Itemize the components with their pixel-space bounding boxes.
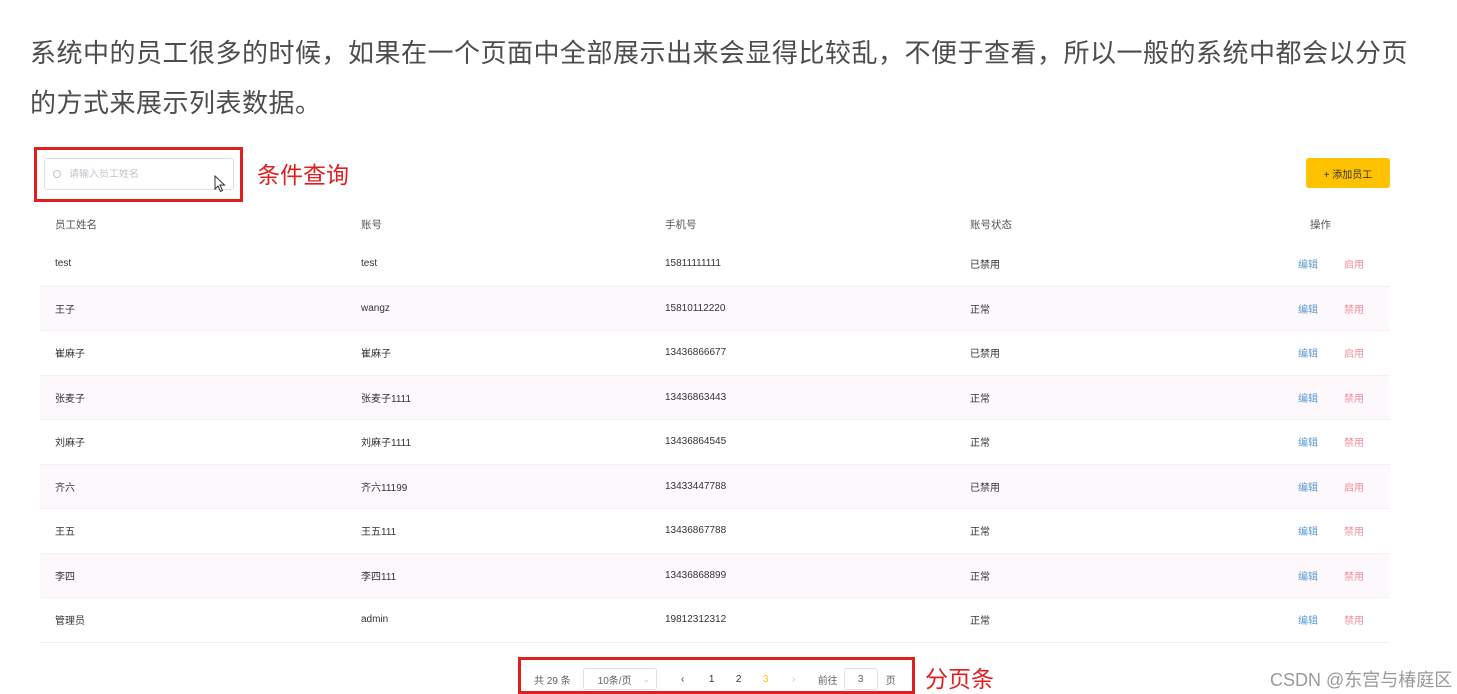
cell-phone: 13436866677	[665, 347, 727, 359]
table-row: 齐六 齐六11199 13433447788 已禁用 编辑 启用	[40, 464, 1390, 509]
next-page-button[interactable]: ›	[788, 674, 800, 685]
table-row: test test 15811111111 已禁用 编辑 启用	[40, 242, 1390, 287]
watermark: CSDN @东宫与椿庭区	[1270, 670, 1453, 690]
cell-account: 刘麻子1111	[361, 438, 412, 450]
cell-name: 张麦子	[55, 393, 85, 405]
header-ops: 操作	[1310, 218, 1331, 231]
employee-table: 员工姓名 账号 手机号 账号状态 操作 test test 1581111111…	[40, 206, 1390, 643]
search-highlight-box	[34, 147, 243, 202]
table-row: 刘麻子 刘麻子1111 13436864545 正常 编辑 禁用	[40, 420, 1390, 465]
cell-ops: 编辑 启用	[1298, 242, 1378, 286]
cell-ops: 编辑 禁用	[1298, 598, 1378, 642]
cell-ops: 编辑 禁用	[1298, 554, 1378, 598]
table-row: 王子 wangz 15810112220 正常 编辑 禁用	[40, 286, 1390, 331]
cell-ops: 编辑 禁用	[1298, 376, 1378, 420]
cell-name: 崔麻子	[55, 349, 85, 361]
edit-link[interactable]: 编辑	[1298, 479, 1318, 494]
goto-suffix: 页	[885, 675, 896, 687]
cell-name: 齐六	[55, 482, 75, 494]
table-row: 张麦子 张麦子1111 13436863443 正常 编辑 禁用	[40, 375, 1390, 420]
cell-status: 已禁用	[970, 260, 1000, 272]
cell-name: 刘麻子	[55, 438, 85, 450]
prev-page-button[interactable]: ‹	[677, 674, 689, 685]
cell-account: admin	[361, 614, 389, 626]
cell-status: 已禁用	[970, 482, 1000, 494]
cell-name: test	[55, 258, 72, 270]
chevron-down-icon: ⌄	[642, 674, 650, 684]
cell-phone: 13436867788	[665, 525, 727, 537]
cell-phone: 13436863443	[665, 391, 727, 403]
header-status: 账号状态	[970, 218, 1012, 231]
cell-phone: 15811111111	[665, 258, 721, 270]
edit-link[interactable]: 编辑	[1298, 434, 1318, 449]
page-number-2[interactable]: 2	[734, 674, 744, 685]
toggle-status-link[interactable]: 禁用	[1344, 612, 1364, 627]
header-phone: 手机号	[665, 218, 697, 231]
cell-status: 正常	[970, 438, 990, 450]
cell-account: wangz	[361, 302, 390, 314]
toggle-status-link[interactable]: 启用	[1344, 345, 1364, 360]
page-number-1[interactable]: 1	[707, 674, 717, 685]
toggle-status-link[interactable]: 启用	[1344, 256, 1364, 271]
cell-status: 正常	[970, 304, 990, 316]
page-size-value: 10条/页	[597, 675, 632, 687]
cell-ops: 编辑 启用	[1298, 331, 1378, 375]
pager-annotation: 分页条	[925, 666, 994, 692]
cell-status: 正常	[970, 571, 990, 583]
goto-page-input[interactable]	[843, 668, 878, 690]
cell-account: 齐六11199	[361, 482, 408, 494]
edit-link[interactable]: 编辑	[1298, 345, 1318, 360]
add-employee-button[interactable]: + 添加员工	[1306, 158, 1390, 188]
edit-link[interactable]: 编辑	[1298, 301, 1318, 316]
cell-phone: 13436868899	[665, 569, 727, 581]
edit-link[interactable]: 编辑	[1298, 390, 1318, 405]
toggle-status-link[interactable]: 禁用	[1344, 301, 1364, 316]
cell-account: 王五111	[361, 527, 397, 539]
edit-link[interactable]: 编辑	[1298, 612, 1318, 627]
header-account: 账号	[361, 218, 382, 231]
cell-name: 管理员	[55, 616, 85, 628]
toggle-status-link[interactable]: 禁用	[1344, 523, 1364, 538]
edit-link[interactable]: 编辑	[1298, 568, 1318, 583]
cell-phone: 13436864545	[665, 436, 727, 448]
cell-account: 张麦子1111	[361, 393, 412, 405]
header-name: 员工姓名	[55, 218, 97, 231]
cell-status: 正常	[970, 527, 990, 539]
cell-ops: 编辑 禁用	[1298, 287, 1378, 331]
search-annotation: 条件查询	[257, 162, 349, 188]
pagination-total: 共 29 条	[534, 675, 571, 687]
toggle-status-link[interactable]: 禁用	[1344, 390, 1364, 405]
cell-phone: 19812312312	[665, 614, 727, 626]
cell-ops: 编辑 禁用	[1298, 509, 1378, 553]
cell-account: 崔麻子	[361, 349, 391, 361]
cell-account: test	[361, 258, 378, 270]
table-row: 王五 王五111 13436867788 正常 编辑 禁用	[40, 509, 1390, 554]
page-size-select[interactable]: 10条/页 ⌄	[582, 668, 657, 690]
goto-label: 前往	[817, 675, 838, 687]
pagination: 共 29 条 10条/页 ⌄ ‹ 1 2 3 › 前往 页	[534, 668, 896, 690]
cell-ops: 编辑 禁用	[1298, 420, 1378, 464]
toggle-status-link[interactable]: 启用	[1344, 479, 1364, 494]
table-row: 管理员 admin 19812312312 正常 编辑 禁用	[40, 598, 1390, 643]
cell-ops: 编辑 启用	[1298, 465, 1378, 509]
table-row: 崔麻子 崔麻子 13436866677 已禁用 编辑 启用	[40, 331, 1390, 376]
edit-link[interactable]: 编辑	[1298, 523, 1318, 538]
toggle-status-link[interactable]: 禁用	[1344, 434, 1364, 449]
cell-phone: 13433447788	[665, 480, 727, 492]
edit-link[interactable]: 编辑	[1298, 256, 1318, 271]
table-header: 员工姓名 账号 手机号 账号状态 操作	[40, 206, 1390, 242]
cell-name: 李四	[55, 571, 75, 583]
page-number-3[interactable]: 3	[761, 674, 771, 685]
toggle-status-link[interactable]: 禁用	[1344, 568, 1364, 583]
intro-paragraph: 系统中的员工很多的时候，如果在一个页面中全部展示出来会显得比较乱，不便于查看，所…	[30, 38, 1409, 118]
cell-status: 已禁用	[970, 349, 1000, 361]
cell-name: 王五	[55, 527, 75, 539]
cell-account: 李四111	[361, 571, 397, 583]
cell-name: 王子	[55, 304, 75, 316]
cell-phone: 15810112220	[665, 302, 726, 314]
table-row: 李四 李四111 13436868899 正常 编辑 禁用	[40, 553, 1390, 598]
cell-status: 正常	[970, 393, 990, 405]
cell-status: 正常	[970, 616, 990, 628]
